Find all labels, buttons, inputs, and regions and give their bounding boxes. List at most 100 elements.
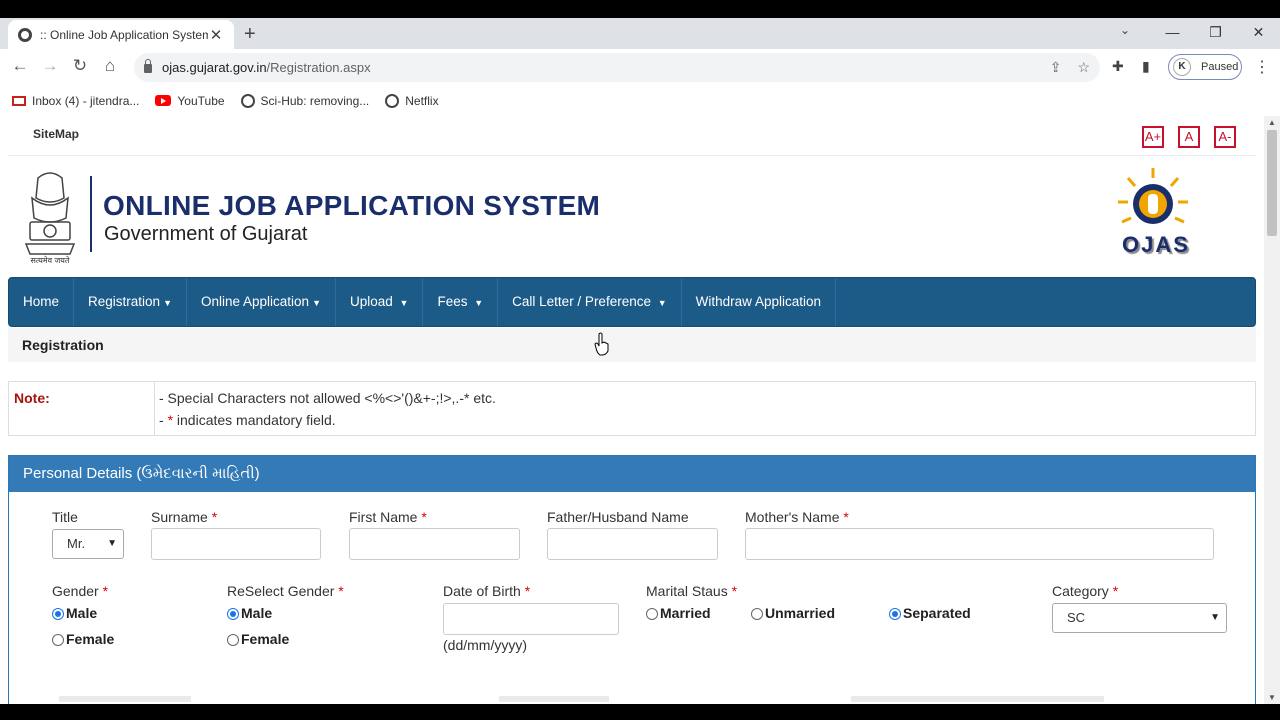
browser-toolbar: ← → ↻ ⌂ ojas.gujarat.gov.in /Registratio… xyxy=(0,49,1280,85)
close-window-icon[interactable]: ✕ xyxy=(1237,18,1280,49)
radio-selected-icon xyxy=(889,608,901,620)
back-arrow-icon[interactable]: ← xyxy=(9,56,31,76)
url-path: /Registration.aspx xyxy=(266,60,371,75)
category-select-value: SC xyxy=(1067,610,1086,625)
extensions-puzzle-icon[interactable]: ✚ xyxy=(1112,58,1124,75)
tab-search-chevron-icon[interactable]: ⌄ xyxy=(1120,23,1130,37)
scrollbar-thumb[interactable] xyxy=(1267,130,1277,236)
site-header: सत्यमेव जयते ONLINE JOB APPLICATION SYST… xyxy=(8,160,1256,276)
caret-down-icon: ▼ xyxy=(399,298,409,308)
nav-label: Fees xyxy=(437,294,468,309)
reload-icon[interactable]: ↻ xyxy=(69,56,91,76)
dob-input[interactable] xyxy=(443,603,619,635)
personal-details-panel: Personal Details (ઉમેદવારની માહિતી) Titl… xyxy=(8,455,1256,704)
nav-fees[interactable]: Fees ▼ xyxy=(423,278,499,326)
note-line-special-chars: - Special Characters not allowed <%<>'()… xyxy=(159,390,496,406)
reselect-male-radio[interactable]: Male xyxy=(227,605,272,621)
sitemap-link[interactable]: SiteMap xyxy=(33,127,79,141)
restore-icon[interactable]: ❐ xyxy=(1194,18,1237,49)
gender-male-radio[interactable]: Male xyxy=(52,605,97,621)
avatar: K xyxy=(1173,58,1191,76)
scroll-up-arrow-icon[interactable]: ▲ xyxy=(1268,118,1276,127)
ojas-logo-text: OJAS xyxy=(1122,232,1190,257)
nav-label: Call Letter / Preference xyxy=(512,294,651,309)
bookmarks-bar: Inbox (4) - jitendra... YouTube Sci-Hub:… xyxy=(0,85,1280,116)
nav-label: Online Application xyxy=(200,294,310,309)
browser-chrome: :: Online Job Application System ✕ + ⌄ —… xyxy=(0,18,1280,116)
minimize-icon[interactable]: — xyxy=(1151,18,1194,49)
bookmark-star-icon[interactable]: ☆ xyxy=(1077,59,1090,76)
note-divider xyxy=(154,382,155,435)
close-tab-icon[interactable]: ✕ xyxy=(208,26,224,44)
share-icon[interactable]: ⇪ xyxy=(1050,59,1062,76)
marital-status-label: Marital Staus * xyxy=(646,583,738,599)
web-page: SiteMap A+ A A- सत्यमेव जयते ONLINE JOB … xyxy=(0,116,1264,704)
profile-status: Paused xyxy=(1201,61,1239,73)
profile-button[interactable]: K Paused xyxy=(1168,54,1242,80)
globe-icon xyxy=(385,93,400,108)
radio-icon xyxy=(751,608,763,620)
father-husband-name-input[interactable] xyxy=(547,528,718,560)
caret-down-icon: ▼ xyxy=(163,298,172,308)
first-name-label: First Name * xyxy=(349,509,427,525)
radio-label: Separated xyxy=(903,605,971,621)
gender-female-radio[interactable]: Female xyxy=(52,631,114,647)
nav-upload[interactable]: Upload ▼ xyxy=(336,278,424,326)
bookmark-inbox[interactable]: Inbox (4) - jitendra... xyxy=(12,94,139,108)
scroll-down-arrow-icon[interactable]: ▼ xyxy=(1268,693,1276,702)
nav-online-application[interactable]: Online Application ▼ xyxy=(187,278,336,326)
youtube-icon xyxy=(155,95,172,106)
side-panel-icon[interactable]: ▮ xyxy=(1142,58,1150,75)
font-increase-button[interactable]: A+ xyxy=(1142,126,1164,148)
surname-input[interactable] xyxy=(151,528,321,560)
nav-call-letter[interactable]: Call Letter / Preference ▼ xyxy=(498,278,682,326)
bookmark-youtube[interactable]: YouTube xyxy=(155,94,225,108)
panel-heading: Personal Details (ઉમેદવારની માહિતી) xyxy=(9,456,1255,492)
gender-label: Gender * xyxy=(52,583,109,599)
category-label: Category * xyxy=(1052,583,1119,599)
radio-icon xyxy=(227,634,239,646)
marital-married-radio[interactable]: Married xyxy=(646,605,711,621)
nav-registration[interactable]: Registration ▼ xyxy=(74,278,187,326)
font-normal-button[interactable]: A xyxy=(1178,126,1200,148)
browser-tab[interactable]: :: Online Job Application System ✕ xyxy=(8,20,234,49)
main-navbar: Home Registration ▼ Online Application ▼ U… xyxy=(8,277,1256,327)
title-select[interactable]: Mr. ▼ xyxy=(52,529,124,559)
reselect-female-radio[interactable]: Female xyxy=(227,631,289,647)
note-line-mandatory: - * indicates mandatory field. xyxy=(159,412,336,428)
breadcrumb-label: Registration xyxy=(22,337,104,353)
nav-withdraw-application[interactable]: Withdraw Application xyxy=(682,278,836,326)
page-subtitle: Government of Gujarat xyxy=(104,223,308,245)
radio-selected-icon xyxy=(227,608,239,620)
category-select[interactable]: SC ▼ xyxy=(1052,603,1227,633)
globe-icon xyxy=(240,93,255,108)
nav-label: Upload xyxy=(349,294,393,309)
reselect-gender-label: ReSelect Gender * xyxy=(227,583,344,599)
tab-strip: :: Online Job Application System ✕ + ⌄ —… xyxy=(0,18,1280,49)
radio-icon xyxy=(52,634,64,646)
mother-name-input[interactable] xyxy=(745,528,1214,560)
home-icon[interactable]: ⌂ xyxy=(99,56,121,76)
first-name-input[interactable] xyxy=(349,528,520,560)
marital-separated-radio[interactable]: Separated xyxy=(889,605,971,621)
radio-label: Unmarried xyxy=(765,605,836,621)
forward-arrow-icon[interactable]: → xyxy=(39,56,61,76)
font-decrease-button[interactable]: A- xyxy=(1214,126,1236,148)
browser-menu-icon[interactable]: ⋮ xyxy=(1254,57,1270,77)
nav-home[interactable]: Home xyxy=(9,278,75,326)
caret-down-icon: ▼ xyxy=(474,298,484,308)
address-bar[interactable]: ojas.gujarat.gov.in /Registration.aspx ⇪… xyxy=(134,53,1100,82)
nav-label: Home xyxy=(23,294,60,309)
bookmark-netflix[interactable]: Netflix xyxy=(385,93,439,108)
radio-icon xyxy=(646,608,658,620)
page-scrollbar[interactable]: ▲ ▼ xyxy=(1264,116,1280,704)
bookmark-scihub[interactable]: Sci-Hub: removing... xyxy=(240,93,369,108)
new-tab-icon[interactable]: + xyxy=(244,23,256,46)
surname-label: Surname * xyxy=(151,509,218,525)
marital-unmarried-radio[interactable]: Unmarried xyxy=(751,605,835,621)
radio-label: Male xyxy=(241,605,273,621)
radio-selected-icon xyxy=(52,608,64,620)
state-emblem-icon xyxy=(24,172,76,255)
gmail-icon xyxy=(12,95,26,106)
chevron-down-icon: ▼ xyxy=(1210,612,1220,623)
